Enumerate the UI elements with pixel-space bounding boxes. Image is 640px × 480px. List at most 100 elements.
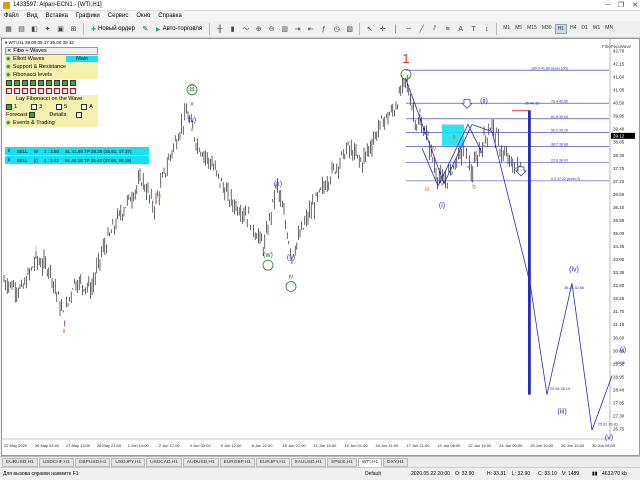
support-radio-icon[interactable]: ◉ bbox=[6, 64, 11, 70]
timeframe-w1[interactable]: W1 bbox=[591, 24, 603, 34]
symbol-tab-0[interactable]: EURUSD,H1 bbox=[2, 457, 38, 467]
toggle-box-4[interactable] bbox=[30, 88, 36, 94]
periods-icon[interactable]: ◷ bbox=[331, 24, 342, 35]
degree-box-4[interactable] bbox=[30, 80, 36, 86]
hline-icon[interactable]: ─ bbox=[403, 24, 414, 35]
toggle-box-7[interactable] bbox=[54, 88, 60, 94]
toggle-box-3[interactable] bbox=[22, 88, 28, 94]
panel-close-icon[interactable]: ✕ bbox=[7, 48, 11, 54]
arrows-icon[interactable]: ↕ bbox=[481, 24, 492, 35]
degree-box-2[interactable] bbox=[14, 80, 20, 86]
degree-box-5[interactable] bbox=[38, 80, 44, 86]
timeframe-m1[interactable]: M1 bbox=[501, 24, 512, 34]
chart-shift-icon[interactable]: ⇤ bbox=[305, 24, 316, 35]
panel-item-support[interactable]: ◉ Support & Resistance bbox=[5, 63, 98, 71]
trendline-icon[interactable]: ╱ bbox=[416, 24, 427, 35]
signal-row-1[interactable]: ⬇ SELL W 1 : 3.50 SL 41.89 TP 29.38 (25.… bbox=[5, 147, 149, 155]
degree-box-1[interactable] bbox=[6, 80, 12, 86]
tile-windows-icon[interactable]: ▥ bbox=[279, 24, 290, 35]
profiles-icon[interactable]: ▤ bbox=[16, 24, 27, 35]
toggle-box-1[interactable] bbox=[6, 88, 12, 94]
new-order-button[interactable]: ✚ Новый ордер bbox=[88, 24, 138, 35]
terminal-icon[interactable]: ▣ bbox=[55, 24, 66, 35]
menu-charts[interactable]: Графики bbox=[76, 13, 100, 19]
toggle-box-5[interactable] bbox=[38, 88, 44, 94]
symbol-tab-4[interactable]: USDCAD,H1 bbox=[146, 457, 182, 467]
toggle-box-6[interactable] bbox=[46, 88, 52, 94]
degree-box-3[interactable] bbox=[22, 80, 28, 86]
menu-window[interactable]: Окно bbox=[136, 13, 150, 19]
menu-file[interactable]: Файл bbox=[4, 13, 19, 19]
timeframe-m15[interactable]: M15 bbox=[525, 24, 539, 34]
channel-icon[interactable]: ⫽ bbox=[429, 24, 440, 35]
panel-header[interactable]: ✕ Fibo + Waves bbox=[5, 47, 98, 55]
menu-tools[interactable]: Сервис bbox=[108, 13, 129, 19]
signal-row-2[interactable]: ⬇ SELL (i) 1 : 3.42 SL 40.18 TP 35.42 (3… bbox=[5, 156, 149, 164]
close-button[interactable]: ✕ bbox=[632, 1, 638, 9]
auto-scroll-icon[interactable]: ⇥ bbox=[292, 24, 303, 35]
vline-icon[interactable]: │ bbox=[390, 24, 401, 35]
symbol-tab-10[interactable]: WTI,H1 bbox=[357, 457, 383, 467]
symbol-tab-2[interactable]: GBPUSD,H1 bbox=[74, 457, 111, 467]
symbol-tab-5[interactable]: AUDUSD,H1 bbox=[182, 457, 219, 467]
timeframe-m30[interactable]: M30 bbox=[540, 24, 554, 34]
toggle-box-2[interactable] bbox=[14, 88, 20, 94]
bar-chart-icon[interactable]: ╫ bbox=[214, 24, 225, 35]
check-a-box[interactable] bbox=[81, 104, 88, 110]
timeframe-h4[interactable]: H4 bbox=[568, 24, 578, 34]
navigator-icon[interactable]: ✦ bbox=[42, 24, 53, 35]
fibo-icon[interactable]: ≡ bbox=[442, 24, 453, 35]
zoom-in-icon[interactable]: ⊕ bbox=[253, 24, 264, 35]
zoom-out-icon[interactable]: ⊖ bbox=[266, 24, 277, 35]
menu-view[interactable]: Вид bbox=[27, 13, 38, 19]
indicators-icon[interactable]: ƒ bbox=[318, 24, 329, 35]
symbol-tab-8[interactable]: XAUUSD,H1 bbox=[290, 457, 326, 467]
tester-icon[interactable]: ⊞ bbox=[68, 24, 79, 35]
degree-box-9[interactable] bbox=[70, 80, 76, 86]
degree-box-7[interactable] bbox=[54, 80, 60, 86]
chart-window[interactable]: 42.70 42.15 41.60 41.05 40.50 39.95 39.40 38.85… bbox=[1, 38, 640, 456]
symbol-tab-1[interactable]: USDCHF,H1 bbox=[38, 457, 74, 467]
metaeditor-icon[interactable]: ✎ bbox=[140, 24, 151, 35]
degree-box-6[interactable] bbox=[46, 80, 52, 86]
check-5-box[interactable] bbox=[56, 104, 63, 110]
text-icon[interactable]: A bbox=[455, 24, 466, 35]
timeframe-h1[interactable]: H1 bbox=[554, 24, 567, 34]
check-3-box[interactable] bbox=[31, 104, 38, 110]
elliott-radio-icon[interactable]: ◉ bbox=[6, 56, 11, 62]
check-1-box[interactable] bbox=[6, 104, 12, 110]
toggle-box-9[interactable] bbox=[70, 88, 76, 94]
auto-trading-button[interactable]: ▶ Авто-торговля bbox=[153, 24, 205, 35]
main-label[interactable]: Main bbox=[66, 56, 98, 62]
market-watch-icon[interactable]: ◧ bbox=[29, 24, 40, 35]
label-icon[interactable]: T bbox=[468, 24, 479, 35]
cursor-icon[interactable]: ↖ bbox=[364, 24, 375, 35]
symbol-tab-6[interactable]: EURGBP,H1 bbox=[219, 457, 255, 467]
toggle-box-8[interactable] bbox=[62, 88, 68, 94]
timeframe-d1[interactable]: D1 bbox=[579, 24, 589, 34]
timeframe-mn[interactable]: MN bbox=[603, 24, 615, 34]
line-chart-icon[interactable]: 〜 bbox=[240, 24, 251, 35]
symbol-tab-3[interactable]: USDJPY,H1 bbox=[111, 457, 146, 467]
symbol-tab-11[interactable]: DXY,H1 bbox=[383, 457, 408, 467]
symbol-tab-7[interactable]: EURJPY,H1 bbox=[255, 457, 290, 467]
forecast-box[interactable] bbox=[29, 112, 36, 118]
events-radio-icon[interactable]: ◉ bbox=[6, 120, 11, 126]
panel-item-fibonacci[interactable]: ◉ Fibonacci levels bbox=[5, 71, 98, 79]
fibonacci-radio-icon[interactable]: ◉ bbox=[6, 72, 11, 78]
templates-icon[interactable]: ▧ bbox=[344, 24, 355, 35]
panel-events[interactable]: ◉ Events & Trading bbox=[5, 119, 98, 127]
timeframe-m5[interactable]: M5 bbox=[513, 24, 524, 34]
new-chart-icon[interactable]: ▦ bbox=[3, 24, 14, 35]
details-box[interactable] bbox=[76, 112, 83, 118]
details-label[interactable]: Details bbox=[49, 112, 66, 118]
symbol-tab-9[interactable]: SP500,H1 bbox=[327, 457, 357, 467]
candle-chart-icon[interactable]: ▮ bbox=[227, 24, 238, 35]
crosshair-icon[interactable]: ✛ bbox=[377, 24, 388, 35]
panel-item-elliott[interactable]: ◉ Elliott Waves Main bbox=[5, 55, 98, 63]
menu-help[interactable]: Справка bbox=[158, 13, 182, 19]
menu-insert[interactable]: Вставка bbox=[46, 13, 68, 19]
maximize-button[interactable]: ❐ bbox=[618, 1, 624, 9]
degree-box-8[interactable] bbox=[62, 80, 68, 86]
minimize-button[interactable]: – bbox=[606, 1, 610, 9]
